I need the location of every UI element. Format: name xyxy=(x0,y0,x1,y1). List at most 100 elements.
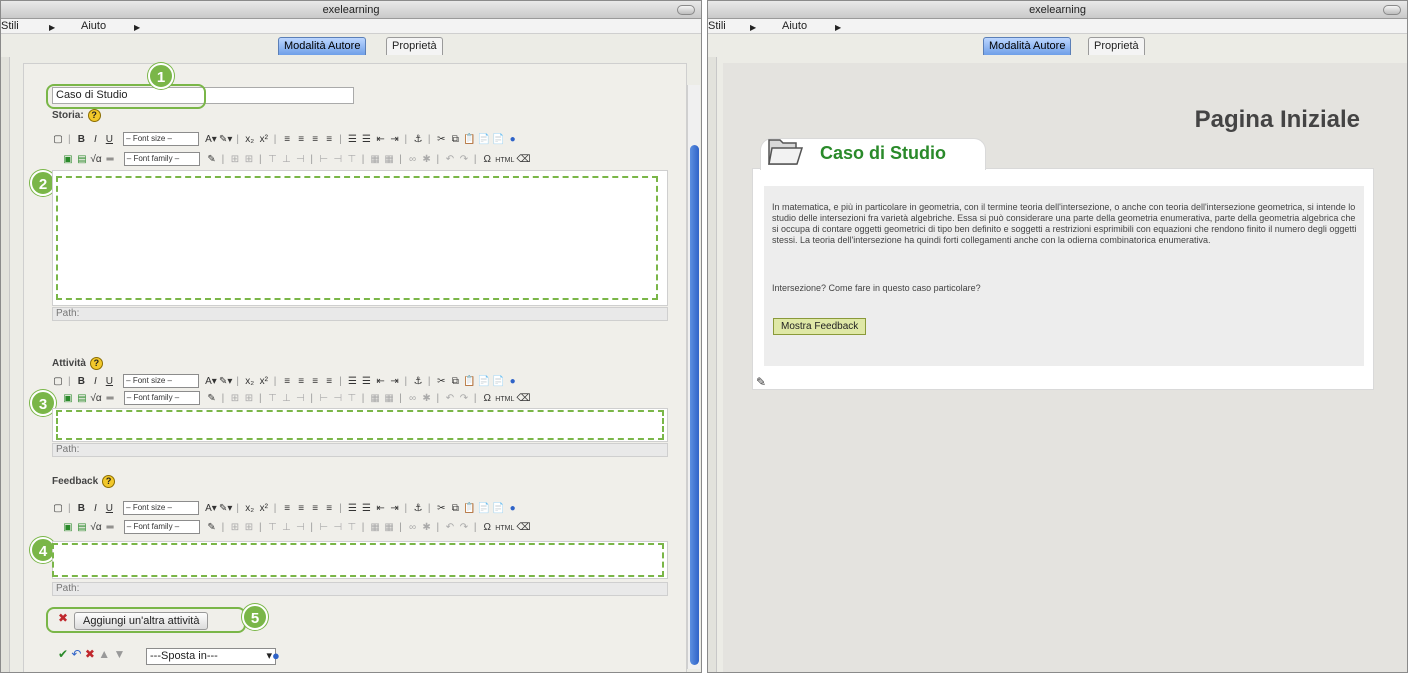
table-props-icon[interactable]: ⊞ xyxy=(243,519,255,536)
subscript-icon[interactable]: x₂ xyxy=(244,373,256,390)
help-toolbar-icon[interactable]: ● xyxy=(507,500,519,517)
align-center-icon[interactable]: ≡ xyxy=(295,131,307,148)
cleanup-icon[interactable]: ⌫ xyxy=(516,151,530,168)
font-family-select[interactable]: – Font family – xyxy=(123,520,200,535)
paste-word-icon[interactable]: 📄 xyxy=(492,373,504,390)
italic-icon[interactable]: I xyxy=(89,500,101,517)
window-collapse-button[interactable] xyxy=(1383,5,1401,15)
text-color-icon[interactable]: A▾ xyxy=(205,131,217,148)
hr-icon[interactable]: ═ xyxy=(104,519,116,536)
align-center-icon[interactable]: ≡ xyxy=(295,500,307,517)
menu-stili[interactable]: Stili xyxy=(708,19,726,34)
font-size-select[interactable]: – Font size – xyxy=(123,132,200,147)
outdent-icon[interactable]: ⇤ xyxy=(375,373,387,390)
italic-icon[interactable]: I xyxy=(89,373,101,390)
indent-icon[interactable]: ⇥ xyxy=(389,500,401,517)
up-icon[interactable]: ▲ xyxy=(98,647,110,661)
unlink-icon[interactable]: ✱ xyxy=(421,390,433,407)
tab-authoring[interactable]: Modalità Autore xyxy=(983,37,1072,55)
row-after-icon[interactable]: ⊥ xyxy=(280,151,292,168)
media-icon[interactable]: ▤ xyxy=(76,519,88,536)
row-before-icon[interactable]: ⊤ xyxy=(266,151,278,168)
highlight-icon[interactable]: ✎▾ xyxy=(219,373,232,390)
font-size-select[interactable]: – Font size – xyxy=(123,501,200,516)
redo-editor-icon[interactable]: ↷ xyxy=(458,519,470,536)
table-props-icon[interactable]: ⊞ xyxy=(243,390,255,407)
media-icon[interactable]: ▤ xyxy=(76,151,88,168)
indent-icon[interactable]: ⇥ xyxy=(389,373,401,390)
redo-editor-icon[interactable]: ↷ xyxy=(458,151,470,168)
font-family-select[interactable]: – Font family – xyxy=(123,391,200,406)
merge-cells-icon[interactable]: ▦ xyxy=(383,519,395,536)
html-source-icon[interactable]: HTML xyxy=(495,152,514,168)
paste-icon[interactable]: 📋 xyxy=(463,131,475,148)
copy-icon[interactable]: ⧉ xyxy=(449,500,461,517)
justify-icon[interactable]: ≡ xyxy=(323,373,335,390)
image-icon[interactable]: ▣ xyxy=(62,151,74,168)
add-activity-button[interactable]: Aggiungi un'altra attività xyxy=(74,612,209,630)
row-after-icon[interactable]: ⊥ xyxy=(280,519,292,536)
align-left-icon[interactable]: ≡ xyxy=(281,500,293,517)
copy-icon[interactable]: ⧉ xyxy=(449,373,461,390)
row-after-icon[interactable]: ⊥ xyxy=(280,390,292,407)
delete-icon[interactable]: ✖ xyxy=(85,647,95,661)
menu-stili[interactable]: Stili xyxy=(1,19,19,34)
help-icon[interactable]: ? xyxy=(102,475,116,488)
delete-col-icon[interactable]: ⊤ xyxy=(346,519,358,536)
bold-icon[interactable]: B xyxy=(75,373,87,390)
align-right-icon[interactable]: ≡ xyxy=(309,131,321,148)
image-icon[interactable]: ▣ xyxy=(62,519,74,536)
numbered-list-icon[interactable]: ☰ xyxy=(361,373,373,390)
anchor-icon[interactable]: ⚓ xyxy=(412,373,424,390)
edit-css-icon[interactable]: ✎ xyxy=(206,390,218,407)
align-right-icon[interactable]: ≡ xyxy=(309,373,321,390)
unlink-icon[interactable]: ✱ xyxy=(421,519,433,536)
paste-word-icon[interactable]: 📄 xyxy=(492,131,504,148)
table-icon[interactable]: ⊞ xyxy=(229,519,241,536)
underline-icon[interactable]: U xyxy=(103,131,115,148)
col-before-icon[interactable]: ⊢ xyxy=(318,519,330,536)
numbered-list-icon[interactable]: ☰ xyxy=(361,131,373,148)
anchor-icon[interactable]: ⚓ xyxy=(412,500,424,517)
col-after-icon[interactable]: ⊣ xyxy=(332,519,344,536)
underline-icon[interactable]: U xyxy=(103,500,115,517)
show-feedback-button[interactable]: Mostra Feedback xyxy=(773,318,867,335)
table-props-icon[interactable]: ⊞ xyxy=(243,151,255,168)
cut-icon[interactable]: ✂ xyxy=(435,500,447,517)
html-source-icon[interactable]: HTML xyxy=(495,391,514,407)
undo-editor-icon[interactable]: ↶ xyxy=(444,151,456,168)
bullet-list-icon[interactable]: ☰ xyxy=(347,131,359,148)
move-to-select[interactable]: ---Sposta in--- ▾ xyxy=(146,648,276,665)
table-icon[interactable]: ⊞ xyxy=(229,390,241,407)
col-after-icon[interactable]: ⊣ xyxy=(332,390,344,407)
superscript-icon[interactable]: x² xyxy=(258,373,270,390)
new-doc-icon[interactable]: ▢ xyxy=(52,373,64,390)
merge-cells-icon[interactable]: ▦ xyxy=(383,390,395,407)
highlight-icon[interactable]: ✎▾ xyxy=(219,131,232,148)
outdent-icon[interactable]: ⇤ xyxy=(375,500,387,517)
align-right-icon[interactable]: ≡ xyxy=(309,500,321,517)
delete-col-icon[interactable]: ⊤ xyxy=(346,390,358,407)
paste-icon[interactable]: 📋 xyxy=(463,500,475,517)
split-cells-icon[interactable]: ▦ xyxy=(369,151,381,168)
underline-icon[interactable]: U xyxy=(103,373,115,390)
cut-icon[interactable]: ✂ xyxy=(435,131,447,148)
justify-icon[interactable]: ≡ xyxy=(323,500,335,517)
delete-row-icon[interactable]: ⊣ xyxy=(294,519,306,536)
hr-icon[interactable]: ═ xyxy=(104,151,116,168)
editor-scrollbar[interactable] xyxy=(687,85,700,669)
bullet-list-icon[interactable]: ☰ xyxy=(347,373,359,390)
merge-cells-icon[interactable]: ▦ xyxy=(383,151,395,168)
link-icon[interactable]: ∞ xyxy=(407,390,419,407)
row-before-icon[interactable]: ⊤ xyxy=(266,390,278,407)
outdent-icon[interactable]: ⇤ xyxy=(375,131,387,148)
cut-icon[interactable]: ✂ xyxy=(435,373,447,390)
math-icon[interactable]: √α xyxy=(90,151,102,168)
justify-icon[interactable]: ≡ xyxy=(323,131,335,148)
text-color-icon[interactable]: A▾ xyxy=(205,500,217,517)
cleanup-icon[interactable]: ⌫ xyxy=(516,390,530,407)
delete-icon[interactable]: ✖ xyxy=(58,611,68,625)
align-center-icon[interactable]: ≡ xyxy=(295,373,307,390)
new-doc-icon[interactable]: ▢ xyxy=(52,500,64,517)
edit-css-icon[interactable]: ✎ xyxy=(206,151,218,168)
